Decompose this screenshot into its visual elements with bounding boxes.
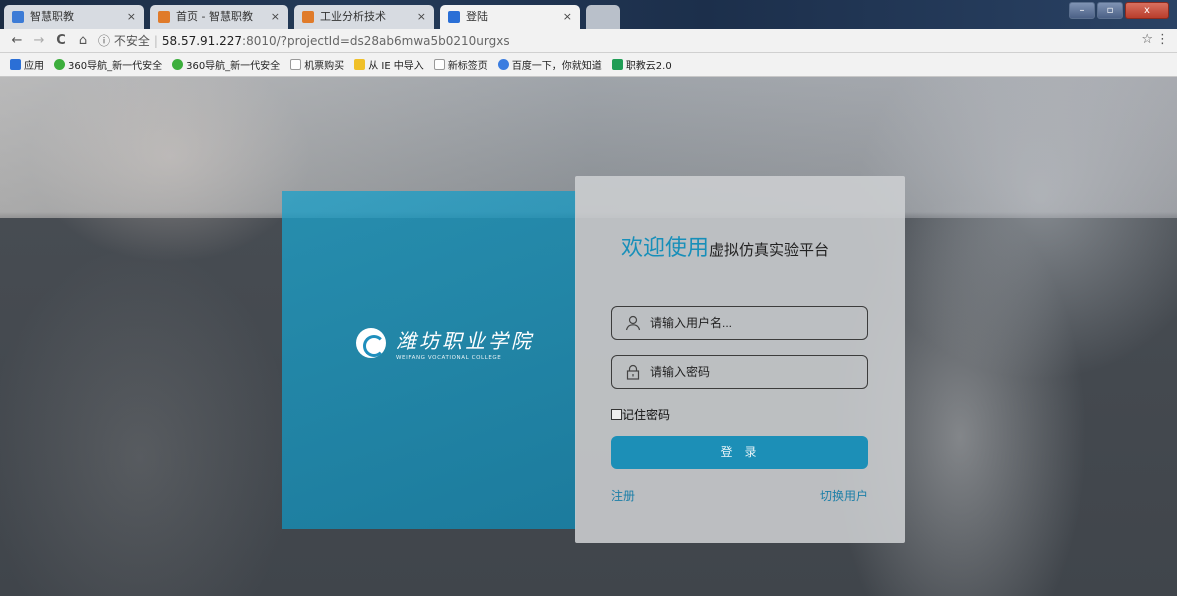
college-logo: 潍坊职业学院 WEIFANG VOCATIONAL COLLEGE xyxy=(356,325,534,361)
tab-label: 智慧职教 xyxy=(30,10,74,23)
url-path: :8010/?projectId=ds28ab6mwa5b0210urgxs xyxy=(242,34,510,48)
url-input[interactable]: ⓘ 不安全 | 58.57.91.227:8010/?projectId=ds28a… xyxy=(98,32,1148,50)
college-name-en: WEIFANG VOCATIONAL COLLEGE xyxy=(396,355,502,361)
back-arrow-icon[interactable]: ← xyxy=(8,32,26,50)
browser-titlebar: 智慧职教 × 首页 - 智慧职教 × 工业分析技术 × 登陆 × – ▫ x xyxy=(0,0,1177,29)
remember-checkbox[interactable] xyxy=(611,409,622,420)
switch-user-link[interactable]: 切换用户 xyxy=(820,487,868,504)
register-link[interactable]: 注册 xyxy=(611,487,635,504)
bookmark-360-nav-1[interactable]: 360导航_新一代安全 xyxy=(54,57,162,72)
page-icon xyxy=(433,59,445,70)
tab-zhihuizhijiao[interactable]: 智慧职教 × xyxy=(4,5,144,29)
new-tab-button[interactable] xyxy=(586,5,620,29)
platform-name: 虚拟仿真实验平台 xyxy=(709,241,830,259)
tab-close-icon[interactable]: × xyxy=(271,5,280,29)
tab-close-icon[interactable]: × xyxy=(563,5,572,29)
college-name: 潍坊职业学院 WEIFANG VOCATIONAL COLLEGE xyxy=(396,325,534,361)
folder-icon xyxy=(354,59,366,70)
bookmark-label: 从 IE 中导入 xyxy=(368,61,424,72)
tab-label: 工业分析技术 xyxy=(320,10,386,23)
reload-icon[interactable]: C xyxy=(52,32,70,50)
tab-favicon-icon xyxy=(302,11,314,23)
window-controls: – ▫ x xyxy=(1069,2,1169,19)
brand-panel: 潍坊职业学院 WEIFANG VOCATIONAL COLLEGE xyxy=(282,191,576,529)
tab-close-icon[interactable]: × xyxy=(127,5,136,29)
home-icon[interactable]: ⌂ xyxy=(74,32,92,50)
college-emblem-icon xyxy=(356,328,386,358)
remember-password[interactable]: 记住密码 xyxy=(611,406,670,423)
bookmarks-bar: 应用 360导航_新一代安全 360导航_新一代安全 机票购买 从 IE 中导入… xyxy=(0,53,1177,77)
browser-menu-icon[interactable]: ⋮ xyxy=(1156,32,1169,47)
url-divider: | xyxy=(153,34,158,48)
bookmark-label: 职教云2.0 xyxy=(625,61,672,72)
globe-icon xyxy=(54,59,65,70)
user-icon xyxy=(625,315,641,331)
address-bar: ← → C ⌂ ⓘ 不安全 | 58.57.91.227:8010/?project… xyxy=(0,29,1177,53)
login-panel: 欢迎使用虚拟仿真实验平台 记住密码 登录 注册 切换用户 xyxy=(575,176,905,543)
bookmark-new-tab[interactable]: 新标签页 xyxy=(433,57,488,72)
tab-label: 首页 - 智慧职教 xyxy=(176,10,253,23)
globe-icon xyxy=(172,59,184,70)
bookmark-label: 360导航_新一代安全 xyxy=(186,61,281,72)
cloud-icon xyxy=(611,59,623,70)
username-input[interactable] xyxy=(650,307,860,339)
lock-icon xyxy=(626,364,640,380)
bookmark-label: 应用 xyxy=(24,61,44,72)
maximize-button[interactable]: ▫ xyxy=(1097,2,1123,19)
forward-arrow-icon[interactable]: → xyxy=(30,32,48,50)
tab-label: 登陆 xyxy=(466,10,488,23)
bookmark-star-icon[interactable]: ☆ xyxy=(1141,32,1153,47)
tab-login[interactable]: 登陆 × xyxy=(440,5,580,29)
tab-close-icon[interactable]: × xyxy=(417,5,426,29)
username-field[interactable] xyxy=(611,306,868,340)
bookmark-label: 新标签页 xyxy=(447,61,488,72)
bookmark-flight[interactable]: 机票购买 xyxy=(290,57,344,72)
college-name-cn: 潍坊职业学院 xyxy=(396,329,534,353)
bookmark-zhijiaoyun[interactable]: 职教云2.0 xyxy=(611,57,672,72)
close-window-button[interactable]: x xyxy=(1125,2,1169,19)
tab-favicon-icon xyxy=(12,11,24,23)
login-page: 潍坊职业学院 WEIFANG VOCATIONAL COLLEGE 欢迎使用虚拟… xyxy=(0,77,1177,596)
welcome-title: 欢迎使用 xyxy=(621,236,710,261)
security-indicator[interactable]: ⓘ 不安全 xyxy=(98,34,150,48)
page-icon xyxy=(290,59,302,70)
tab-favicon-icon xyxy=(158,11,170,23)
bookmark-apps[interactable]: 应用 xyxy=(10,57,44,72)
remember-label: 记住密码 xyxy=(622,408,671,422)
password-input[interactable] xyxy=(650,356,860,388)
welcome-heading: 欢迎使用虚拟仿真实验平台 xyxy=(621,230,829,262)
minimize-button[interactable]: – xyxy=(1069,2,1095,19)
tab-favicon-icon xyxy=(448,11,460,23)
apps-grid-icon xyxy=(10,59,21,70)
bookmark-360-nav-2[interactable]: 360导航_新一代安全 xyxy=(172,57,280,72)
login-button[interactable]: 登录 xyxy=(611,436,868,469)
bookmark-ie-import[interactable]: 从 IE 中导入 xyxy=(354,57,424,72)
bookmark-label: 百度一下，你就知道 xyxy=(511,61,602,72)
url-host: 58.57.91.227 xyxy=(161,34,243,48)
bookmark-baidu[interactable]: 百度一下，你就知道 xyxy=(497,57,602,72)
tab-homepage[interactable]: 首页 - 智慧职教 × xyxy=(150,5,288,29)
bookmark-label: 机票购买 xyxy=(304,61,345,72)
password-field[interactable] xyxy=(611,355,868,389)
bookmark-label: 360导航_新一代安全 xyxy=(68,61,163,72)
baidu-paw-icon xyxy=(497,59,509,70)
tab-industrial-analysis[interactable]: 工业分析技术 × xyxy=(294,5,434,29)
